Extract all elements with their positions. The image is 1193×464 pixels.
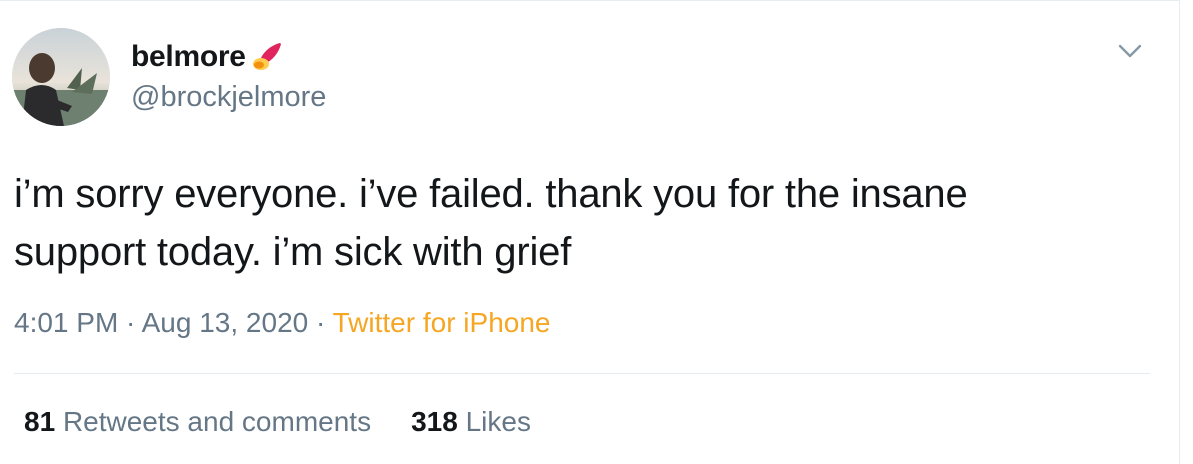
- tweet-source[interactable]: Twitter for iPhone: [333, 307, 551, 338]
- display-name[interactable]: belmore: [131, 40, 246, 74]
- meta-separator: ·: [308, 307, 333, 338]
- avatar-image: [12, 28, 110, 126]
- tweet-text: i’m sorry everyone. i’ve failed. thank y…: [14, 165, 1134, 281]
- rocket-emoji-icon: [252, 43, 281, 70]
- retweets-stat[interactable]: 81 Retweets and comments: [24, 406, 371, 437]
- tweet-text-line-2: support today. i’m sick with grief: [14, 230, 572, 274]
- retweets-label: Retweets and comments: [62, 406, 372, 437]
- retweets-count: 81: [24, 406, 56, 437]
- author-handle[interactable]: @brockjelmore: [131, 81, 326, 114]
- tweet-text-line-1: i’m sorry everyone. i’ve failed. thank y…: [14, 172, 968, 216]
- tweet-meta: 4:01 PM · Aug 13, 2020 · Twitter for iPh…: [14, 307, 550, 339]
- tweet-time[interactable]: 4:01 PM: [14, 307, 118, 338]
- divider: [14, 373, 1150, 374]
- author-name-row[interactable]: belmore: [131, 39, 284, 75]
- likes-count: 318: [411, 406, 458, 437]
- tweet-card: belmore @brockjelmore i’m sorry everyone…: [0, 0, 1180, 464]
- tweet-stats: 81 Retweets and comments 318 Likes: [24, 406, 531, 438]
- likes-label: Likes: [465, 406, 531, 437]
- tweet-date[interactable]: Aug 13, 2020: [142, 307, 309, 338]
- avatar[interactable]: [12, 28, 110, 126]
- chevron-down-icon[interactable]: [1117, 41, 1143, 61]
- meta-separator: ·: [118, 307, 142, 338]
- likes-stat[interactable]: 318 Likes: [411, 406, 531, 437]
